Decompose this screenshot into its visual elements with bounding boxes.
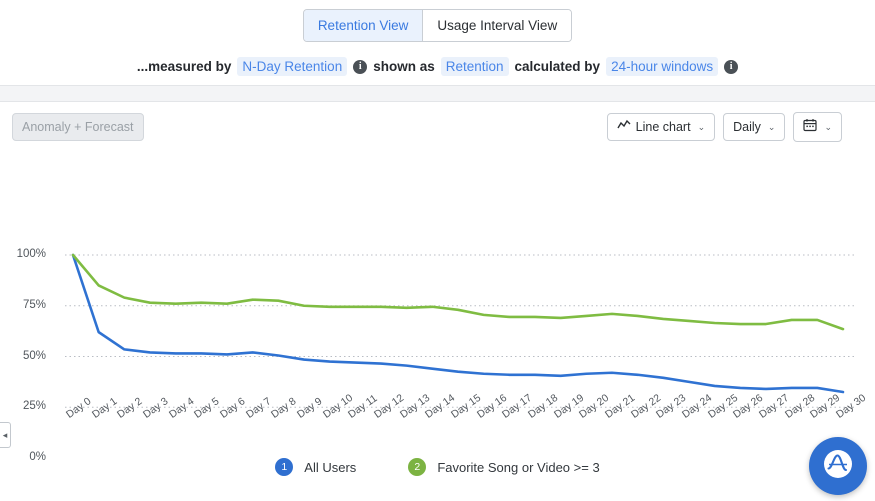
legend-badge: 1 [275,458,294,476]
date-range-button[interactable]: ⌄ [793,112,842,142]
tab-retention-view[interactable]: Retention View [303,9,423,41]
line-chart-icon [617,119,631,135]
amplitude-help-button[interactable] [809,437,867,495]
chevron-down-icon-3: ⌄ [824,122,832,132]
retention-chart-page: Retention View Usage Interval View ...me… [0,0,875,501]
chart-legend: 1 All Users 2 Favorite Song or Video >= 3 [0,458,875,476]
chart-type-button[interactable]: Line chart ⌄ [606,113,716,141]
chart-toolbar: Anomaly + Forecast Line chart ⌄ Daily ⌄ [0,102,875,152]
measure-definition-bar: ...measured by N-Day Retention i shown a… [0,50,875,85]
metric-chip[interactable]: N-Day Retention [237,57,348,76]
chevron-down-icon: ⌄ [697,122,706,132]
legend-item-1[interactable]: 1 All Users [275,458,356,476]
calendar-icon [803,118,818,136]
chevron-down-icon-2: ⌄ [767,122,776,132]
legend-item-2[interactable]: 2 Favorite Song or Video >= 3 [408,458,600,476]
chart-type-label: Line chart [635,120,691,134]
legend-badge: 2 [408,458,427,476]
interval-button[interactable]: Daily ⌄ [723,113,786,141]
sidebar-collapse-handle[interactable]: ◂ [0,422,11,448]
x-axis: Day 0 Day 1 Day 2 Day 3 Day 4 Day 5 Day 6 Day 7… [0,392,875,463]
toolbar-right-group: Line chart ⌄ Daily ⌄ ⌄ [606,112,842,142]
series-line-2[interactable] [71,253,845,331]
chevron-left-icon: ◂ [2,429,8,440]
anomaly-forecast-button[interactable]: Anomaly + Forecast [12,113,144,141]
amplitude-logo-icon [820,446,856,487]
view-segmented-control: Retention View Usage Interval View [302,8,573,42]
calculated-by-label: calculated by [514,59,601,74]
interval-label: Daily [733,120,761,134]
legend-label: All Users [304,459,357,475]
shown-as-chip[interactable]: Retention [440,57,509,76]
legend-label: Favorite Song or Video >= 3 [437,459,600,475]
info-icon[interactable]: i [353,59,368,74]
calculated-by-chip[interactable]: 24-hour windows [606,57,719,76]
shown-as-label: shown as [373,59,435,74]
view-tab-bar: Retention View Usage Interval View [0,0,875,50]
tab-usage-interval-view[interactable]: Usage Interval View [422,9,572,41]
info-icon-2[interactable]: i [724,59,739,74]
measured-by-label: ...measured by [136,59,232,74]
section-divider-band [0,85,875,102]
